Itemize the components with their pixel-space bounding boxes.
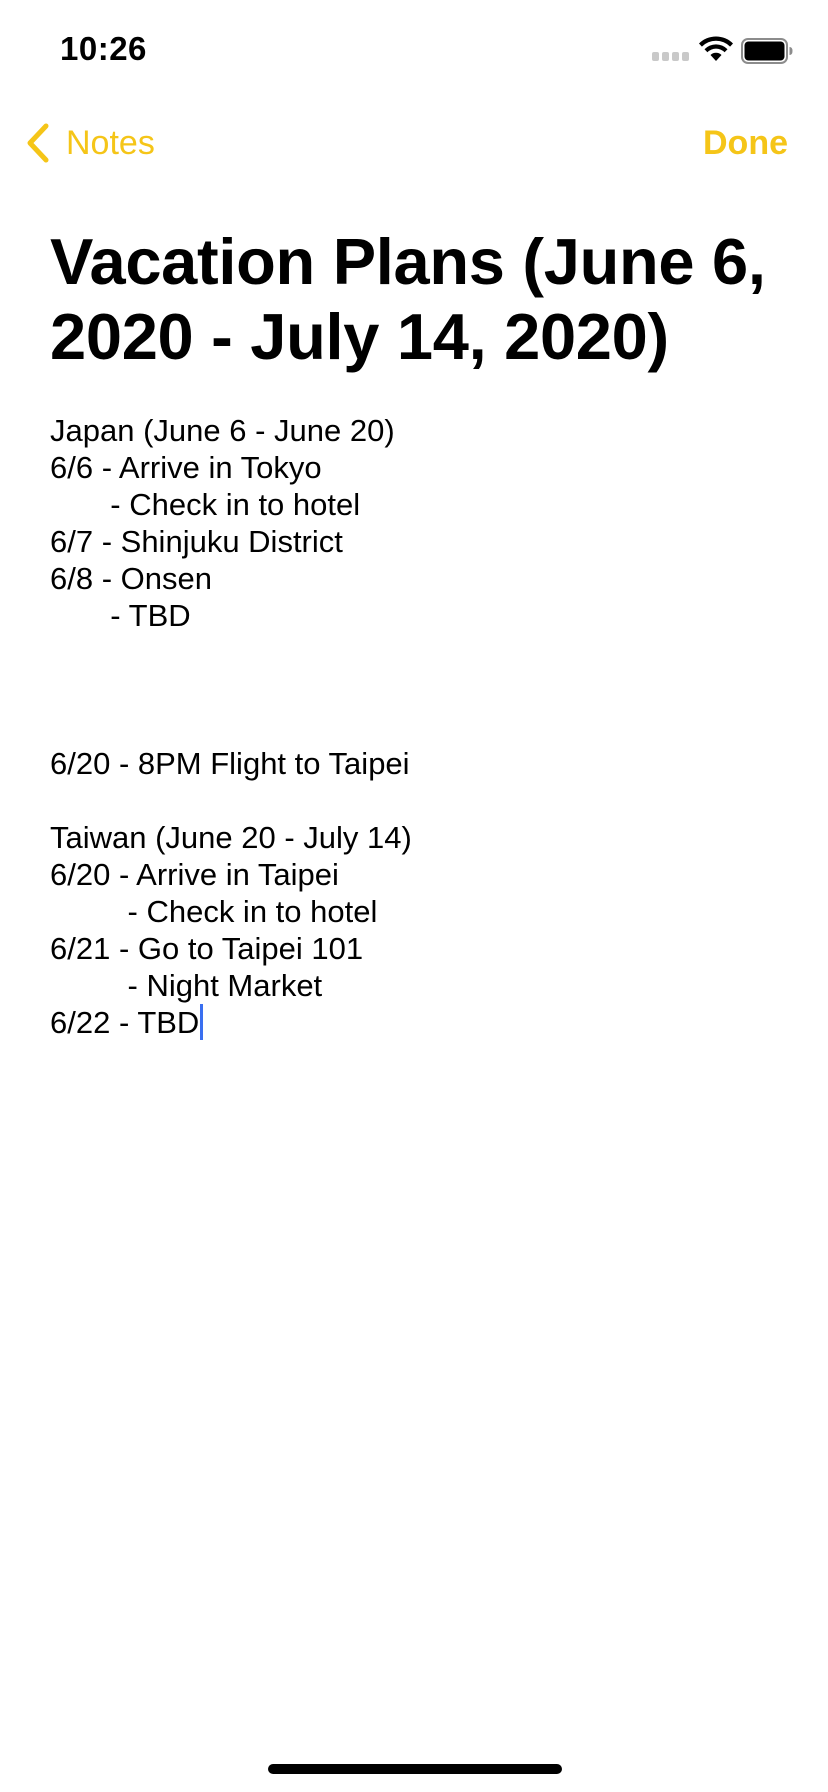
note-line[interactable]: - TBD	[50, 597, 790, 634]
status-bar: 10:26	[0, 0, 828, 100]
note-title[interactable]: Vacation Plans (June 6, 2020 - July 14, …	[50, 224, 790, 374]
note-content[interactable]: Japan (June 6 - June 20) 6/6 - Arrive in…	[50, 412, 790, 1041]
note-line[interactable]: Taiwan (June 20 - July 14)	[50, 819, 790, 856]
note-line[interactable]: 6/7 - Shinjuku District	[50, 523, 790, 560]
home-indicator[interactable]	[268, 1764, 562, 1774]
note-editor[interactable]: Vacation Plans (June 6, 2020 - July 14, …	[50, 224, 790, 1041]
wifi-icon	[699, 36, 733, 61]
note-line[interactable]: 6/8 - Onsen	[50, 560, 790, 597]
note-line[interactable]: - Check in to hotel	[50, 486, 790, 523]
note-line[interactable]: 6/21 - Go to Taipei 101	[50, 930, 790, 967]
text-cursor	[200, 1004, 204, 1040]
done-button[interactable]: Done	[703, 120, 788, 166]
note-line-text: 6/22 - TBD	[50, 1005, 200, 1040]
back-button-label: Notes	[66, 123, 155, 162]
note-line-empty[interactable]	[50, 782, 790, 819]
note-line[interactable]: - Check in to hotel	[50, 893, 790, 930]
battery-icon	[741, 38, 793, 64]
cellular-signal-icon	[652, 52, 689, 61]
note-line[interactable]: 6/20 - Arrive in Taipei	[50, 856, 790, 893]
back-to-notes-button[interactable]: Notes	[24, 120, 155, 166]
note-line-empty[interactable]	[50, 634, 790, 671]
chevron-left-icon	[27, 123, 49, 163]
note-line[interactable]: 6/20 - 8PM Flight to Taipei	[50, 745, 790, 782]
note-line-empty[interactable]	[50, 671, 790, 708]
note-line[interactable]: Japan (June 6 - June 20)	[50, 412, 790, 449]
status-time: 10:26	[60, 30, 147, 67]
note-line[interactable]: - Night Market	[50, 967, 790, 1004]
navigation-bar: Notes Done	[0, 100, 828, 180]
note-line-last[interactable]: 6/22 - TBD	[50, 1004, 790, 1041]
note-line[interactable]: 6/6 - Arrive in Tokyo	[50, 449, 790, 486]
note-line-empty[interactable]	[50, 708, 790, 745]
